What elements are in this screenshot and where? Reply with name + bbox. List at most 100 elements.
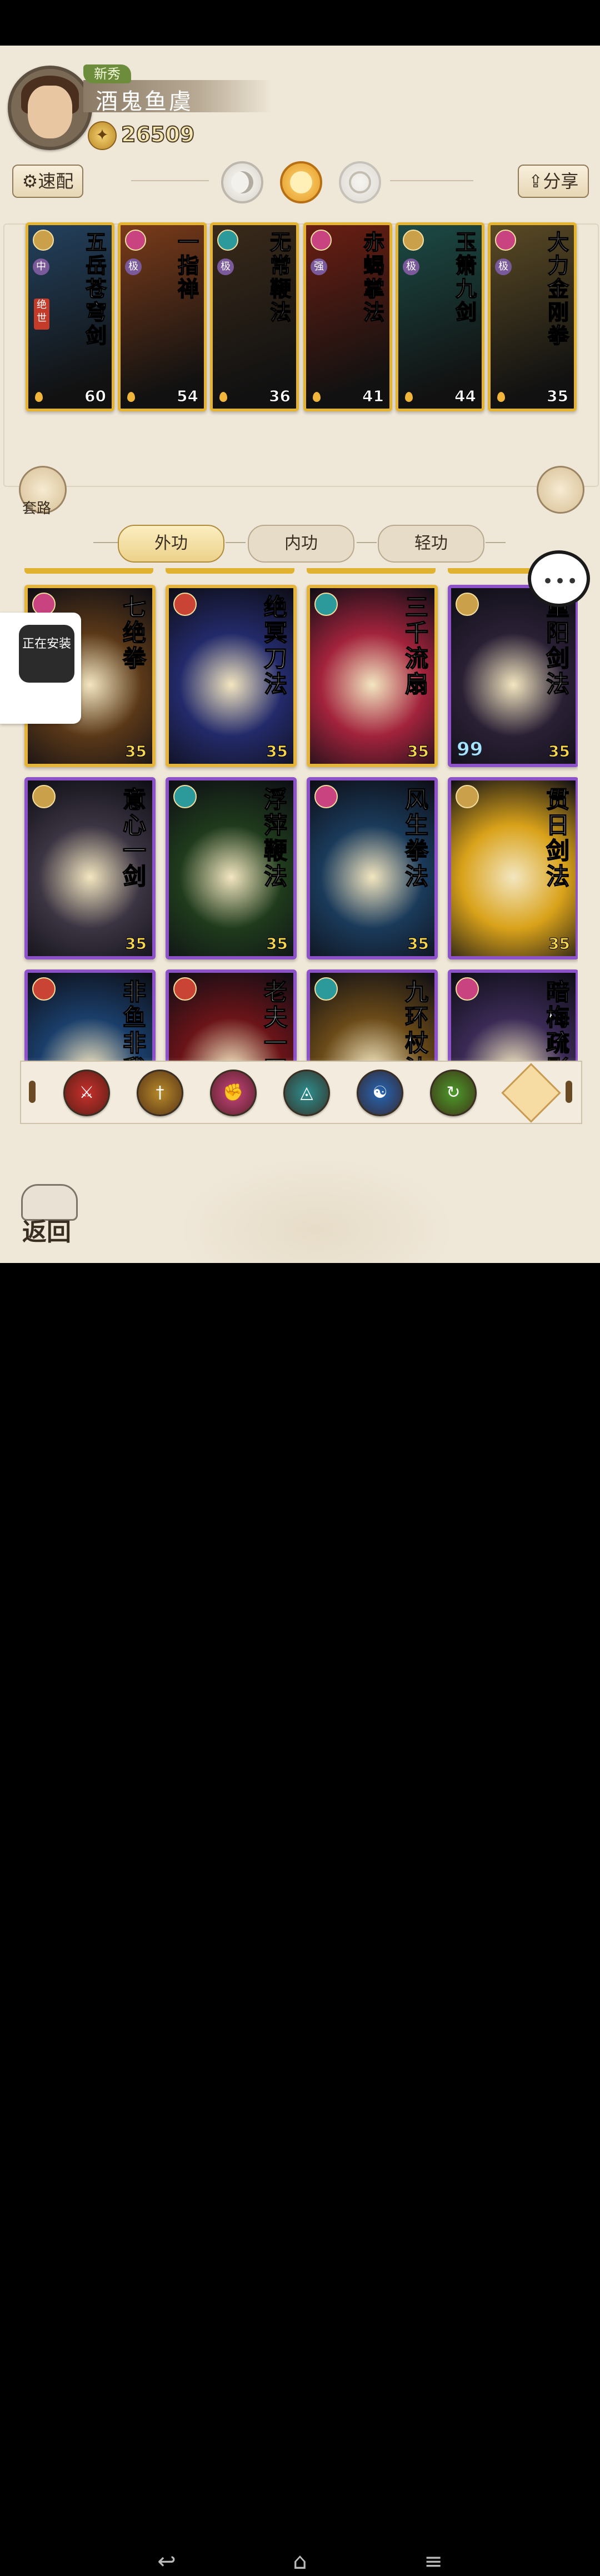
previous-row-edges [22,568,578,578]
game-screen: 新秀 酒鬼鱼虞 ✦ 26509 ⚙速配 ⇪分享 中绝世 五岳苍穹剑 60 极 一指禅 54… [0,46,600,1263]
filter-bar-knob [566,1081,572,1103]
skill-type-icon [173,977,197,1001]
filter-glyph: ✊ [223,1083,244,1102]
share-button[interactable]: ⇪分享 [518,165,589,198]
whip-filter-icon[interactable]: ↻ [430,1070,477,1116]
coin-count: 26509 [121,122,195,147]
rank-badge: 新秀 [83,64,131,83]
skill-type-icon [314,977,338,1001]
skill-name: 一指禅 [177,230,199,301]
skill-name: 无常鞭法 [269,230,292,325]
filter-bar-knob [29,1081,36,1103]
skill-level: 35 [548,742,571,761]
skill-name: 贯日剑法 [546,786,570,890]
skill-type-icon [173,593,197,616]
skill-name: 重阳剑法 [546,594,570,698]
skill-type-icon [173,785,197,808]
skill-card[interactable]: 重阳剑法 35 99 [448,585,578,767]
tab-lightness-skill[interactable]: 轻功 [378,525,484,563]
skill-level: 44 [454,387,477,406]
skill-grid: 七绝拳 35 绝冥刀法 35 三千流扇 35 重阳剑法 35 99 意心一剑 35 浮萍鞭法 35 风生拳… [22,568,578,1091]
equipped-skill-card[interactable]: 极 无常鞭法 36 [210,222,299,411]
skill-card[interactable]: 贯日剑法 35 [448,777,578,959]
nav-back-icon[interactable]: ↩ [152,2547,181,2576]
grade-badge: 极 [495,258,512,275]
filter-glyph: ◬ [300,1083,313,1102]
player-avatar[interactable] [8,66,92,150]
chat-bubble-icon: ••• [542,570,579,593]
skill-type-icon [314,593,338,616]
skill-name: 风生拳法 [404,786,429,890]
tab-inner-skill[interactable]: 内功 [248,525,354,563]
flame-icon [405,392,413,402]
skill-name: 绝冥刀法 [263,594,288,698]
skill-level: 35 [266,742,288,761]
filter-glyph: † [156,1083,164,1102]
player-name: 酒鬼鱼虞 [96,89,193,115]
set-route-label: 套路 [22,500,52,517]
sun-phase-icon[interactable] [280,161,322,203]
quick-config-button[interactable]: ⚙速配 [12,165,83,198]
skill-name: 三千流扇 [404,594,429,698]
system-nav-bar: ↩ ⌂ ≡ [0,1263,600,2574]
equipped-skill-card[interactable]: 中绝世 五岳苍穹剑 60 [26,222,114,411]
flame-icon [313,392,321,402]
skill-card[interactable]: 风生拳法 35 [307,777,438,959]
install-overlay[interactable]: 正在安装 [0,613,81,724]
flame-icon [127,392,135,402]
skill-level: 35 [266,934,288,953]
equipped-skill-card[interactable]: 极 玉箫九剑 44 [396,222,484,411]
skill-name: 七绝拳 [122,594,147,672]
equipped-skill-card[interactable]: 极 大力金刚拳 35 [488,222,577,411]
item-count: 99 [456,738,483,761]
side-menu-button[interactable] [537,466,584,514]
quick-config-label: 速配 [38,171,74,192]
flame-icon [497,392,505,402]
skill-type-icon [311,230,332,251]
skill-type-icon [403,230,424,251]
back-button[interactable]: 返回 [19,1184,80,1246]
skill-name: 浮萍鞭法 [263,786,288,890]
skill-level: 36 [269,387,291,406]
coin-icon: ✦ [88,121,117,150]
skill-card[interactable]: 绝冥刀法 35 [166,585,297,767]
fan-filter-icon[interactable]: ◬ [283,1070,330,1116]
skill-level: 35 [125,742,147,761]
sword-filter-icon[interactable]: † [137,1070,183,1116]
nav-menu-icon[interactable]: ≡ [419,2547,448,2576]
fist-filter-icon[interactable]: ✊ [210,1070,257,1116]
flame-icon [35,392,43,402]
skill-type-icon [456,593,479,616]
taiji-filter-icon[interactable]: ☯ [357,1070,403,1116]
skill-type-icon [125,230,146,251]
chat-button[interactable]: ••• [528,550,590,607]
blade-filter-icon[interactable]: ⚔ [63,1070,110,1116]
install-status: 正在安装 [19,625,74,683]
skill-name: 大力金刚拳 [547,230,569,348]
gear-icon: ⚙ [22,171,38,192]
tab-outer-skill[interactable]: 外功 [118,525,224,563]
equipped-skill-card[interactable]: 极 一指禅 54 [118,222,207,411]
skill-name: 赤蝎掌法 [363,230,385,325]
back-label: 返回 [22,1218,71,1246]
skill-card[interactable]: 意心一剑 35 [24,777,156,959]
skill-name: 玉箫九剑 [455,230,477,325]
equipped-skill-card[interactable]: 强 赤蝎掌法 41 [303,222,392,411]
skill-type-icon [33,230,54,251]
skill-type-icon [456,785,479,808]
skill-card[interactable]: 三千流扇 35 [307,585,438,767]
divider [390,180,473,181]
filter-glyph: ↻ [446,1083,461,1102]
moon-phase-icon[interactable] [221,161,263,203]
skill-card[interactable]: 浮萍鞭法 35 [166,777,297,959]
skill-name: 五岳苍穹剑 [85,230,107,348]
nav-home-icon[interactable]: ⌂ [286,2547,314,2576]
flame-icon [219,392,227,402]
skill-level: 41 [362,387,384,406]
ring-phase-icon[interactable] [339,161,381,203]
skill-type-icon [495,230,516,251]
skill-level: 54 [177,387,199,406]
skill-level: 35 [407,934,429,953]
divider [486,542,506,543]
skill-level: 35 [548,934,571,953]
